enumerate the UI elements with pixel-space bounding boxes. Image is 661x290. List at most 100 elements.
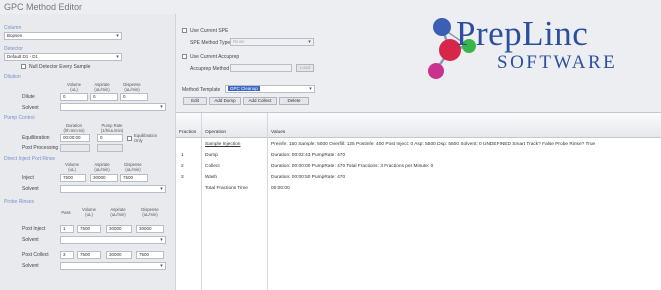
inject-dispense-input[interactable]: 7500 bbox=[120, 174, 148, 182]
post-collect-volume-input[interactable]: 7500 bbox=[77, 251, 101, 259]
chevron-down-icon: ▾ bbox=[116, 33, 119, 39]
probe-pass-header: Pass bbox=[61, 210, 71, 215]
column-divider bbox=[201, 113, 202, 290]
post-processing-label: Post Processing bbox=[22, 145, 59, 151]
column-label: Column bbox=[4, 25, 22, 31]
dilute-volume-input[interactable]: 0 bbox=[60, 93, 88, 101]
post-inject-solvent-select[interactable]: ▾ bbox=[60, 236, 166, 244]
detector-label: Detector bbox=[4, 46, 23, 52]
fraction-cell: 1 bbox=[181, 153, 184, 158]
equilibration-only-label: Equilibration Only bbox=[134, 133, 158, 143]
load-button[interactable]: Load bbox=[296, 64, 314, 72]
null-detector-checkbox[interactable] bbox=[21, 64, 26, 69]
column-divider bbox=[267, 113, 268, 290]
accuprep-method-label: Accuprep Method bbox=[190, 66, 230, 72]
post-collect-label: Post Collect bbox=[22, 252, 49, 258]
inject-volume-input[interactable]: 7500 bbox=[60, 174, 86, 182]
dilution-dispense-header: Dispense (uL/min) bbox=[123, 82, 141, 92]
equilibration-only-checkbox[interactable] bbox=[127, 136, 132, 141]
window-title: GPC Method Editor bbox=[4, 2, 83, 12]
column-value: Bopsen bbox=[7, 33, 23, 38]
blue-ball bbox=[433, 18, 451, 36]
dilute-dispense-input[interactable]: 0 bbox=[120, 93, 148, 101]
logo-wordmark: PrepLinc bbox=[456, 14, 589, 53]
accuprep-method-input[interactable] bbox=[230, 64, 292, 72]
fraction-column-header[interactable]: Fraction bbox=[179, 130, 196, 135]
add-dump-button[interactable]: Add Dump bbox=[209, 97, 241, 105]
gpc-method-editor-window: GPC Method Editor Column Bopsen ▾ Detect… bbox=[0, 0, 661, 290]
chevron-down-icon: ▾ bbox=[160, 237, 163, 243]
operation-cell: Wash bbox=[205, 175, 218, 180]
inject-label: Inject bbox=[22, 175, 34, 181]
inject-section-title: Direct Inject Port Rinse bbox=[4, 156, 56, 162]
method-template-select[interactable]: GPC Cleanup ▾ bbox=[225, 85, 315, 93]
dilution-volume-header: Volume (uL) bbox=[67, 82, 81, 92]
fraction-cell: 3 bbox=[181, 175, 184, 180]
chevron-down-icon: ▾ bbox=[116, 54, 119, 60]
post-collect-dispense-input[interactable]: 7500 bbox=[136, 251, 164, 259]
post-processing-duration-input[interactable] bbox=[60, 144, 90, 152]
operation-column-header[interactable]: Operation bbox=[205, 130, 226, 135]
post-collect-solvent-label: Solvent bbox=[22, 263, 39, 269]
post-collect-pass-input[interactable]: 3 bbox=[60, 251, 74, 259]
add-collect-button[interactable]: Add Collect bbox=[243, 97, 277, 105]
operation-cell: Total Fractions Time bbox=[205, 186, 248, 191]
post-processing-rate-input[interactable] bbox=[97, 144, 123, 152]
use-current-accuprep-checkbox[interactable] bbox=[182, 54, 187, 59]
spe-method-type-value: Rinse bbox=[233, 39, 245, 44]
chevron-down-icon: ▾ bbox=[160, 104, 163, 110]
dilution-solvent-label: Solvent bbox=[22, 105, 39, 111]
operation-cell: Dump bbox=[205, 153, 218, 158]
values-cell: 00:00:00 bbox=[271, 186, 290, 191]
probe-aspirate-header: Aspirate (uL/min) bbox=[110, 207, 126, 217]
inject-volume-header: Volume (uL) bbox=[65, 162, 79, 172]
post-collect-aspirate-input[interactable]: 30000 bbox=[106, 251, 132, 259]
inject-aspirate-header: Aspirate (uL/min) bbox=[94, 162, 110, 172]
post-inject-volume-input[interactable]: 7500 bbox=[77, 225, 101, 233]
probe-dispense-header: Dispense (uL/min) bbox=[141, 207, 159, 217]
values-cell: Duration: 00:02:43 PumpRate: 470 bbox=[271, 153, 346, 158]
pump-duration-header: Duration (hh:mm:ss) bbox=[63, 123, 85, 133]
values-cell: Duration: 00:00:00 PumpRate: 470 Total F… bbox=[271, 164, 434, 169]
probe-volume-header: Volume (uL) bbox=[82, 207, 96, 217]
dilution-section-title: Dilution bbox=[4, 74, 21, 80]
post-inject-pass-input[interactable]: 1 bbox=[60, 225, 74, 233]
use-current-spe-checkbox[interactable] bbox=[182, 28, 187, 33]
column-select[interactable]: Bopsen ▾ bbox=[4, 32, 122, 40]
post-inject-aspirate-input[interactable]: 30000 bbox=[106, 225, 132, 233]
spe-method-type-select[interactable]: Rinse ▾ bbox=[230, 38, 314, 46]
pump-rate-header: Pump Rate (1/h/uL/min) bbox=[100, 123, 124, 133]
logo-subtitle: SOFTWARE bbox=[497, 52, 618, 73]
inject-solvent-label: Solvent bbox=[22, 186, 39, 192]
operation-cell: Sample Injection bbox=[205, 142, 241, 147]
inject-dispense-header: Dispense (uL/min) bbox=[124, 162, 142, 172]
equilibration-duration-input[interactable]: 00:00:00 bbox=[60, 134, 90, 142]
spe-method-type-label: SPE Method Type bbox=[190, 40, 231, 46]
dilute-aspirate-input[interactable]: 0 bbox=[90, 93, 118, 101]
chevron-down-icon: ▾ bbox=[160, 263, 163, 269]
detector-select[interactable]: Default D1 - D1 ▾ bbox=[4, 53, 122, 61]
null-detector-label: Null Detector Every Sample bbox=[29, 64, 91, 70]
equilibration-label: Equilibration bbox=[22, 135, 50, 141]
dilution-aspirate-header: Aspirate (uL/min) bbox=[94, 82, 110, 92]
detector-value: Default D1 - D1 bbox=[7, 54, 39, 59]
values-column-header[interactable]: Values bbox=[271, 130, 285, 135]
method-settings-panel: Column Bopsen ▾ Detector Default D1 - D1… bbox=[0, 14, 176, 290]
magenta-ball bbox=[428, 63, 444, 79]
chevron-down-icon: ▾ bbox=[160, 186, 163, 192]
post-inject-dispense-input[interactable]: 30000 bbox=[136, 225, 164, 233]
chevron-down-icon: ▾ bbox=[308, 39, 311, 45]
dilution-solvent-select[interactable]: ▾ bbox=[60, 103, 166, 111]
equilibration-rate-input[interactable]: 0 bbox=[97, 134, 123, 142]
method-template-label: Method Template bbox=[182, 87, 221, 93]
edit-button[interactable]: Edit bbox=[183, 97, 207, 105]
probe-section-title: Probe Rinses bbox=[4, 199, 35, 205]
method-steps-grid: Fraction Operation Values Sample Injecti… bbox=[176, 112, 661, 290]
delete-button[interactable]: Delete bbox=[279, 97, 309, 105]
post-inject-label: Post Inject bbox=[22, 226, 46, 232]
inject-solvent-select[interactable]: ▾ bbox=[60, 185, 166, 193]
values-cell: Duration: 00:00:50 PumpRate: 470 bbox=[271, 175, 346, 180]
dilute-label: Dilute bbox=[22, 94, 35, 100]
inject-aspirate-input[interactable]: 30000 bbox=[90, 174, 118, 182]
post-collect-solvent-select[interactable]: ▾ bbox=[60, 262, 166, 270]
